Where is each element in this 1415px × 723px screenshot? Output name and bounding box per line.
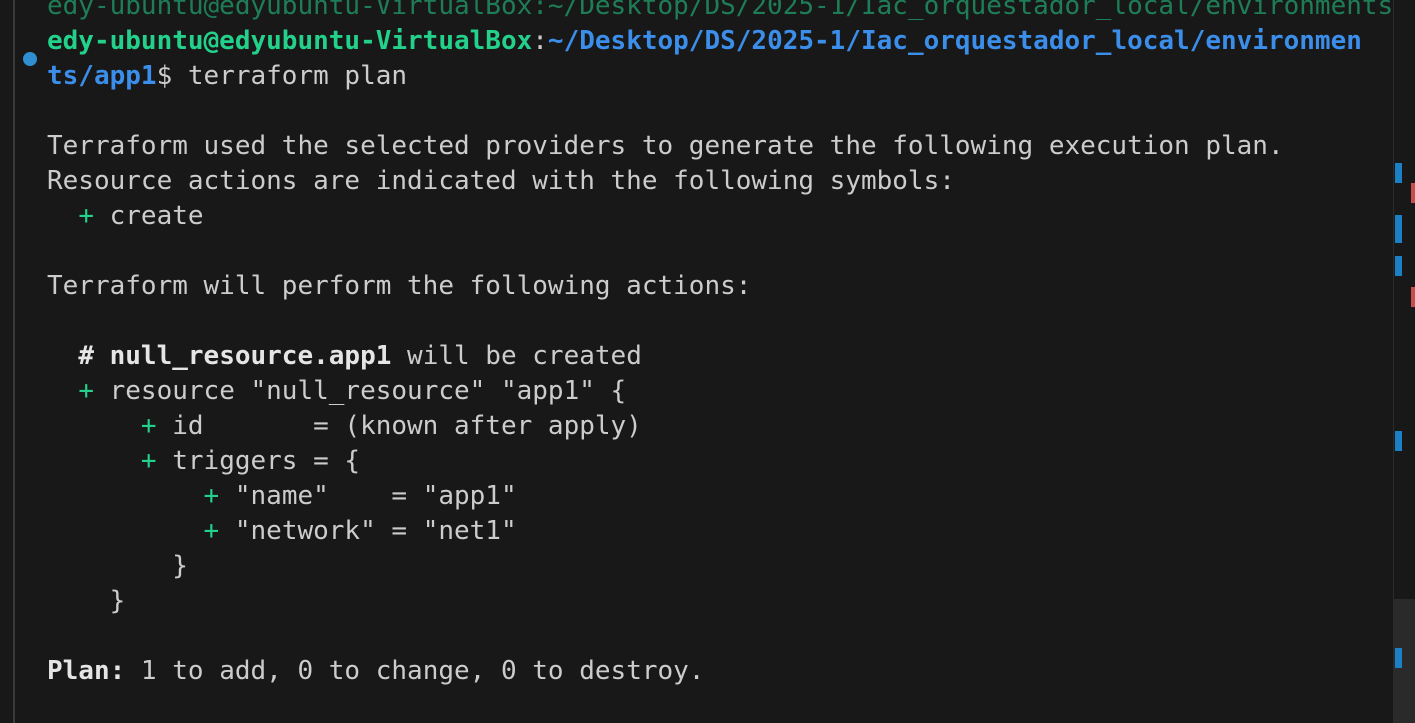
trigger-name-line: + "name" = "app1" [47,479,1391,514]
trigger-network-line: + "network" = "net1" [47,514,1391,549]
attribute-triggers-text: triggers = { [156,446,361,476]
close-triggers-brace: } [47,551,188,581]
scrollbar-marker [1411,183,1415,203]
attribute-triggers-line: + triggers = { [47,444,1391,479]
close-resource-brace: } [47,586,126,616]
comment-hash: # [78,341,110,371]
legend-create-line: + create [47,199,1391,234]
plus-symbol: + [78,376,94,406]
scrollbar-marker [1395,215,1402,243]
plus-symbol: + [78,201,94,231]
plus-symbol: + [203,516,220,546]
trigger-network-text: "network" = "net1" [219,516,517,546]
resource-comment-line: # null_resource.app1 will be created [47,339,1391,374]
scrollbar-marker [1395,256,1402,276]
command-text: terraform plan [172,61,408,91]
prompt-user-host: edy-ubuntu@edyubuntu-VirtualBox [47,26,533,56]
trigger-name-text: "name" = "app1" [219,481,517,511]
resource-declaration: resource "null_resource" "app1" { [93,376,627,406]
plus-symbol: + [140,446,157,476]
terminal-output: edy-ubuntu@edyubuntu-VirtualBox:~/Deskto… [47,0,1391,689]
plan-summary-text: 1 to add, 0 to change, 0 to destroy. [125,656,705,686]
attribute-id-text: id = (known after apply) [156,411,642,441]
legend-label: create [93,201,204,231]
prompt-line-1: edy-ubuntu@edyubuntu-VirtualBox:~/Deskto… [47,24,1391,59]
prompt-line-2: ts/app1$ terraform plan [47,59,1391,94]
resource-address: null_resource.app1 [109,341,392,371]
attribute-id-line: + id = (known after apply) [47,409,1391,444]
cutoff-output-line: edy-ubuntu@edyubuntu-VirtualBox:~/Deskto… [47,0,1391,21]
scrollbar-marker [1395,431,1402,451]
resource-comment-suffix: will be created [391,341,642,371]
command-decoration-icon[interactable] [23,52,37,66]
plus-symbol: + [203,481,220,511]
plus-symbol: + [140,411,157,441]
intro-line-1: Terraform used the selected providers to… [47,131,1284,161]
intro-line-2: Resource actions are indicated with the … [47,166,955,196]
prompt-dollar: $ [156,61,173,91]
terminal-panel[interactable]: edy-ubuntu@edyubuntu-VirtualBox:~/Deskto… [0,0,1415,723]
plan-summary-line: Plan: 1 to add, 0 to change, 0 to destro… [47,654,1391,689]
terminal-gutter-line [13,0,15,723]
resource-block-line: + resource "null_resource" "app1" { [47,374,1391,409]
prompt-separator: : [532,26,548,56]
prompt-path-part-1: ~/Desktop/DS/2025-1/Iac_orquestador_loca… [547,26,1362,56]
prompt-path-part-2: ts/app1 [47,61,157,91]
scrollbar-marker [1411,287,1415,307]
scrollbar-marker [1395,163,1402,183]
plan-label: Plan: [47,656,126,686]
actions-heading: Terraform will perform the following act… [47,271,752,301]
scrollbar-marker [1395,648,1402,668]
